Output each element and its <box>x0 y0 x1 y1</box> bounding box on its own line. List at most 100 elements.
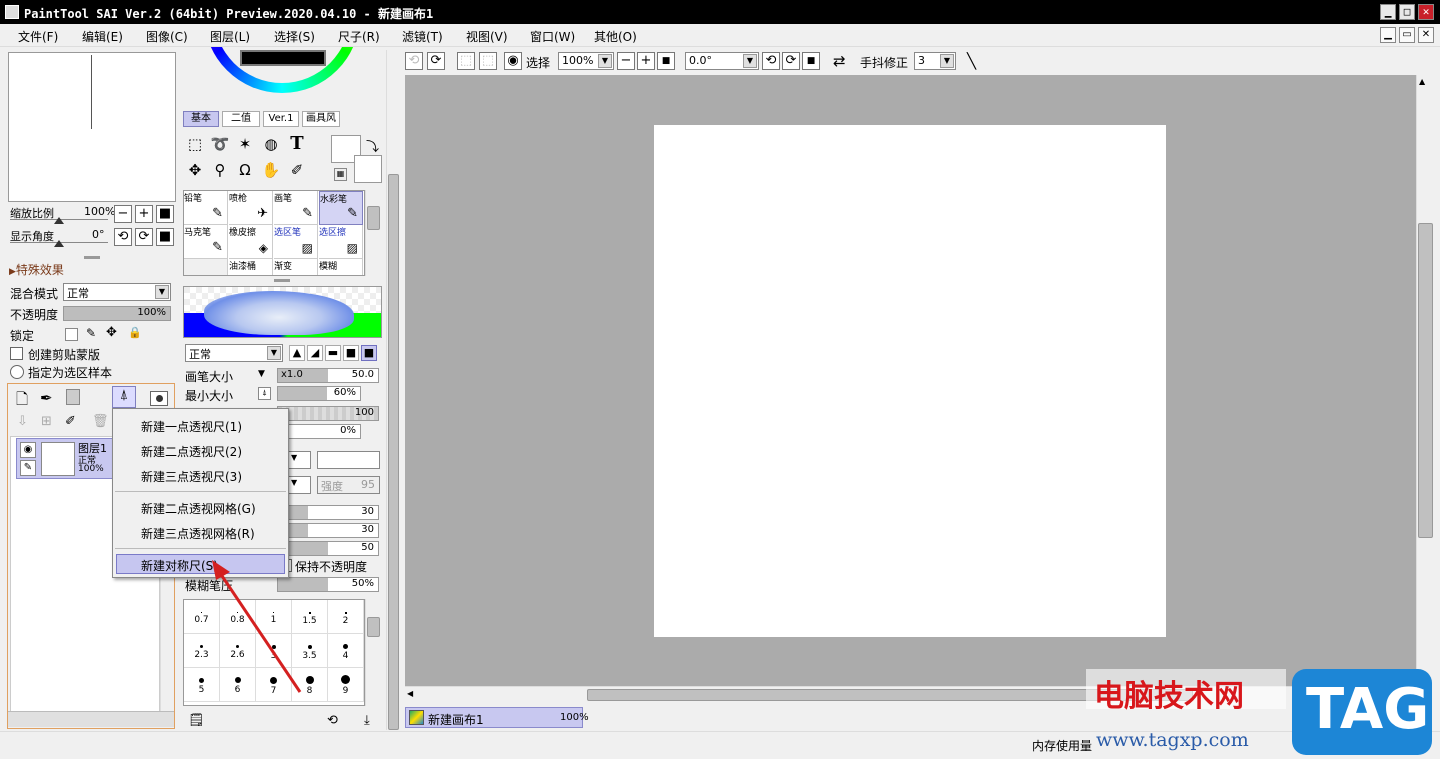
close-button[interactable]: ✕ <box>1418 4 1434 20</box>
color-wheel-panel[interactable] <box>180 47 384 107</box>
color-sv-box[interactable] <box>240 50 326 66</box>
mask-icon[interactable] <box>150 391 168 406</box>
shape-square-icon[interactable]: ■ <box>361 345 377 361</box>
lock-transparency-icon[interactable] <box>65 328 78 341</box>
menu-view[interactable]: 视图(V) <box>466 28 508 45</box>
strength-field[interactable]: 强度 95 <box>317 476 380 494</box>
size-scrollbar-thumb[interactable] <box>367 617 380 637</box>
value-slider-a[interactable]: 30 <box>277 505 379 520</box>
size-dropdown-icon[interactable]: ▼ <box>258 369 265 379</box>
lock-paint-icon[interactable]: ✎ <box>86 326 96 340</box>
hand-icon[interactable]: ✋ <box>260 160 282 182</box>
brush-watercolor[interactable]: 水彩笔 ✎ <box>319 191 363 225</box>
size-preset[interactable]: 9 <box>328 668 364 702</box>
menu-window[interactable]: 窗口(W) <box>530 28 575 45</box>
minimize-button[interactable]: ▁ <box>1380 4 1396 20</box>
shape-dome-icon[interactable]: ◢ <box>307 345 323 361</box>
brush-eraser[interactable]: 橡皮擦 ◈ <box>229 225 273 259</box>
stabilizer-select[interactable]: 3 ▼ <box>914 52 956 70</box>
menu-item-three-point[interactable]: 新建三点透视尺(3) <box>141 468 242 485</box>
opacity-slider[interactable]: 100% <box>63 306 171 321</box>
menu-item-three-point-grid[interactable]: 新建三点透视网格(R) <box>141 525 255 542</box>
zoom-reset-button[interactable]: ■ <box>156 205 174 223</box>
brush-select-pen[interactable]: 选区笔 ▨ <box>274 225 318 259</box>
density-slider[interactable]: 100 <box>277 406 379 421</box>
texture-select[interactable]: ▼ <box>287 451 311 469</box>
menu-layer[interactable]: 图层(L) <box>210 28 250 45</box>
shape-flat-icon[interactable]: ■ <box>343 345 359 361</box>
toolbar-rotate-left-button[interactable]: ⟲ <box>762 52 780 70</box>
chevron-up-icon[interactable]: ▲ <box>1419 77 1425 86</box>
flip-icon[interactable]: ⇄ <box>833 52 846 70</box>
brush-brush[interactable]: 画笔 ✎ <box>274 191 318 225</box>
line-tool-icon[interactable]: ╲ <box>967 52 976 70</box>
maximize-button[interactable]: □ <box>1399 4 1415 20</box>
brush-scrollbar[interactable] <box>365 190 381 276</box>
canvas-tab[interactable]: 新建画布1 100% <box>405 707 589 728</box>
delete-layer-icon[interactable]: 🗑 <box>92 414 109 429</box>
panel-grip-2[interactable] <box>274 279 290 282</box>
lasso-icon[interactable]: ➰ <box>209 134 231 156</box>
text-tool-icon[interactable]: T <box>286 134 308 156</box>
notepad-icon[interactable]: 🗒 <box>188 713 205 728</box>
rotate-reset-button[interactable]: ■ <box>156 228 174 246</box>
zoom-slider-thumb-icon[interactable] <box>54 217 64 224</box>
min-size-slider[interactable]: 60% <box>277 386 361 401</box>
menu-other[interactable]: 其他(O) <box>594 28 637 45</box>
brush-marker[interactable]: 马克笔 ✎ <box>184 225 228 259</box>
zoom-select[interactable]: 100% ▼ <box>558 52 614 70</box>
chevron-left-icon[interactable]: ◀ <box>407 689 413 698</box>
lock-move-icon[interactable]: ✥ <box>106 325 117 340</box>
merge-down-icon[interactable]: ⊞ <box>41 414 52 429</box>
tool-panel-scrollbar-thumb[interactable] <box>388 174 399 730</box>
rect-select-icon[interactable]: ⬚ <box>184 134 206 156</box>
brush-pencil[interactable]: 铅笔 ✎ <box>184 191 228 225</box>
undo-icon[interactable]: ⟲ <box>327 713 338 728</box>
shape-round-icon[interactable]: ▬ <box>325 345 341 361</box>
doc-restore-button[interactable]: ▭ <box>1399 27 1415 43</box>
toolbar-zoom-in-button[interactable]: + <box>637 52 655 70</box>
tab-ver1[interactable]: Ver.1 <box>263 111 299 127</box>
zoom-in-button[interactable]: + <box>135 205 153 223</box>
menu-image[interactable]: 图像(C) <box>146 28 188 45</box>
canvas-vscrollbar-thumb[interactable] <box>1418 223 1433 538</box>
menu-ruler[interactable]: 尺子(R) <box>338 28 380 45</box>
brush-blend-select[interactable]: 正常 ▼ <box>185 344 283 362</box>
menu-item-one-point[interactable]: 新建一点透视尺(1) <box>141 418 242 435</box>
rotate-tool-icon[interactable]: Ω <box>234 160 256 182</box>
shape-cone-icon[interactable]: ▲ <box>289 345 305 361</box>
tool-panel-scrollbar[interactable] <box>386 50 400 730</box>
lock-all-icon[interactable]: 🔒 <box>128 326 142 339</box>
magic-wand-icon[interactable]: ✶ <box>234 134 256 156</box>
transfer-down-icon[interactable]: ⇩ <box>17 414 28 429</box>
selection-source-radio[interactable] <box>10 365 24 379</box>
tab-binary[interactable]: 二值 <box>222 111 260 127</box>
toolbar-zoom-out-button[interactable]: − <box>617 52 635 70</box>
blend-mode-select[interactable]: 正常 ▼ <box>63 283 171 301</box>
angle-slider-thumb-icon[interactable] <box>54 240 64 247</box>
clear-layer-icon[interactable]: ✐ <box>65 414 76 429</box>
canvas[interactable] <box>654 125 1166 637</box>
invert-select-button[interactable]: ⬚ <box>479 52 497 70</box>
texture-field[interactable] <box>317 451 380 469</box>
menu-edit[interactable]: 编辑(E) <box>82 28 123 45</box>
clip-checkbox[interactable] <box>10 347 23 360</box>
menu-item-two-point[interactable]: 新建二点透视尺(2) <box>141 443 242 460</box>
new-layer-icon[interactable]: 🗋 <box>16 389 28 414</box>
menu-filter[interactable]: 滤镜(T) <box>402 28 443 45</box>
brush-bucket[interactable]: 油漆桶 <box>229 259 273 275</box>
undo-button[interactable]: ⟲ <box>405 52 423 70</box>
tab-basic[interactable]: 基本 <box>183 111 219 127</box>
value-slider-b[interactable]: 30 <box>277 523 379 538</box>
pressure-icon[interactable]: ⍋ <box>258 387 271 400</box>
navigator-preview[interactable] <box>8 52 176 202</box>
canvas-vscrollbar[interactable]: ▲ ▼ <box>1416 75 1434 686</box>
color-mix-preview[interactable] <box>183 286 382 338</box>
size-scrollbar[interactable] <box>365 599 381 706</box>
new-linework-icon[interactable]: ✒ <box>40 389 53 407</box>
brush-airbrush[interactable]: 喷枪 ✈ <box>229 191 273 225</box>
move-icon[interactable]: ✥ <box>184 160 206 182</box>
doc-minimize-button[interactable]: ▁ <box>1380 27 1396 43</box>
eyedropper-icon[interactable]: ✐ <box>286 160 308 182</box>
shape-select-icon[interactable]: ◍ <box>260 134 282 156</box>
